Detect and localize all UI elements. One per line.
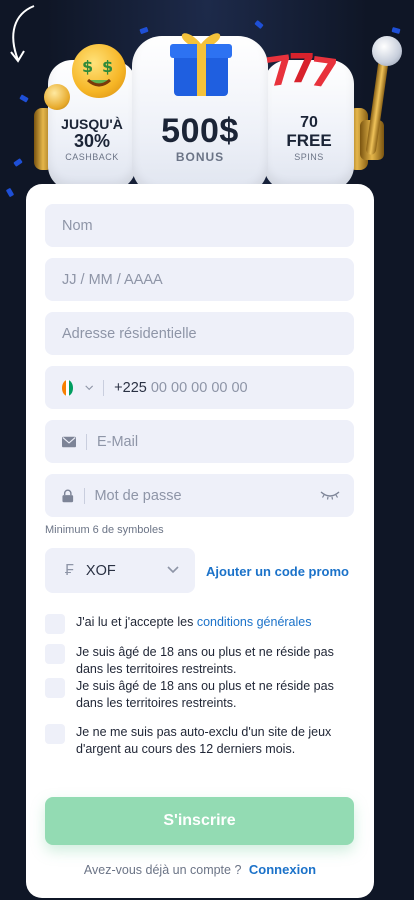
cashback-percent: 30% — [73, 131, 111, 151]
age-checkbox-row-2[interactable]: Je suis âgé de 18 ans ou plus et ne rési… — [45, 678, 354, 712]
mail-icon — [62, 436, 77, 447]
address-field[interactable] — [45, 312, 354, 355]
phone-field[interactable]: +225 — [45, 366, 354, 409]
phone-divider — [103, 379, 105, 396]
terms-checkbox-row[interactable]: J'ai lu et j'accepte les conditions géné… — [45, 614, 354, 634]
email-divider — [86, 433, 87, 450]
password-divider — [83, 487, 85, 504]
have-account-text: Avez-vous déjà un compte ? — [83, 863, 242, 877]
terms-link[interactable]: conditions générales — [197, 615, 312, 629]
gift-icon — [170, 33, 232, 96]
svg-text:$: $ — [82, 57, 93, 76]
self-exclusion-checkbox-row[interactable]: Je ne me suis pas auto-exclu d'un site d… — [45, 724, 354, 758]
age-label-2: Je suis âgé de 18 ans ou plus et ne rési… — [76, 679, 334, 710]
cashback-prefix: JUSQU'À — [61, 116, 123, 132]
spins-label: SPINS — [294, 152, 324, 162]
email-input[interactable] — [96, 433, 354, 450]
phone-prefix: +225 — [114, 379, 147, 396]
chevron-down-icon[interactable] — [85, 384, 94, 392]
terms-checkbox[interactable] — [45, 614, 65, 634]
svg-text:$: $ — [102, 57, 113, 76]
lever-knob — [372, 36, 402, 66]
spins-count: 70 — [300, 114, 318, 131]
bonus-label: BONUS — [175, 150, 225, 164]
currency-select[interactable]: ₣ XOF — [45, 548, 195, 593]
registration-form: +225 Minimum 6 de symboles ₣ XOF Ajouter… — [26, 184, 374, 898]
terms-label: J'ai lu et j'accepte les conditions géné… — [76, 614, 312, 634]
money-face-icon: $ $ — [72, 44, 126, 98]
age-checkbox-1[interactable] — [45, 644, 65, 664]
cashback-label: CASHBACK — [65, 152, 119, 162]
lever-icon — [365, 59, 389, 156]
chevron-down-icon — [167, 566, 179, 574]
phone-input[interactable] — [150, 379, 354, 396]
login-link[interactable]: Connexion — [249, 862, 316, 877]
bonus-banner: $ $ 7 7 7 JUSQU'À 30% CASHBACK 500$ BONU… — [0, 0, 414, 200]
currency-value: XOF — [85, 562, 116, 579]
login-prompt: Avez-vous déjà un compte ? Connexion — [26, 862, 374, 877]
birthdate-field[interactable] — [45, 258, 354, 301]
ivory-coast-flag-icon[interactable] — [62, 379, 74, 396]
self-exclusion-checkbox[interactable] — [45, 724, 65, 744]
age-checkbox-2[interactable] — [45, 678, 65, 698]
password-input[interactable] — [94, 487, 355, 504]
address-input[interactable] — [62, 325, 354, 342]
birthdate-input[interactable] — [62, 271, 354, 288]
age-checkbox-row-1[interactable]: Je suis âgé de 18 ans ou plus et ne rési… — [45, 644, 354, 678]
password-field[interactable] — [45, 474, 355, 517]
add-promo-code-link[interactable]: Ajouter un code promo — [206, 564, 349, 579]
franc-icon: ₣ — [65, 561, 74, 579]
name-field[interactable] — [45, 204, 354, 247]
eye-closed-icon[interactable] — [320, 489, 340, 501]
spins-free: FREE — [286, 131, 332, 150]
register-button[interactable]: S'inscrire — [45, 797, 354, 845]
age-label-1: Je suis âgé de 18 ans ou plus et ne rési… — [76, 645, 334, 676]
bonus-amount: 500$ — [161, 112, 239, 150]
lock-icon — [62, 489, 74, 502]
curved-arrow-icon — [10, 5, 35, 63]
name-input[interactable] — [62, 217, 354, 234]
coin-icon — [44, 84, 70, 110]
password-hint: Minimum 6 de symboles — [45, 524, 164, 536]
self-exclusion-label: Je ne me suis pas auto-exclu d'un site d… — [76, 725, 332, 756]
terms-prefix: J'ai lu et j'accepte les — [76, 615, 194, 629]
email-field[interactable] — [45, 420, 354, 463]
sevens-icon: 7 7 7 — [266, 46, 336, 92]
